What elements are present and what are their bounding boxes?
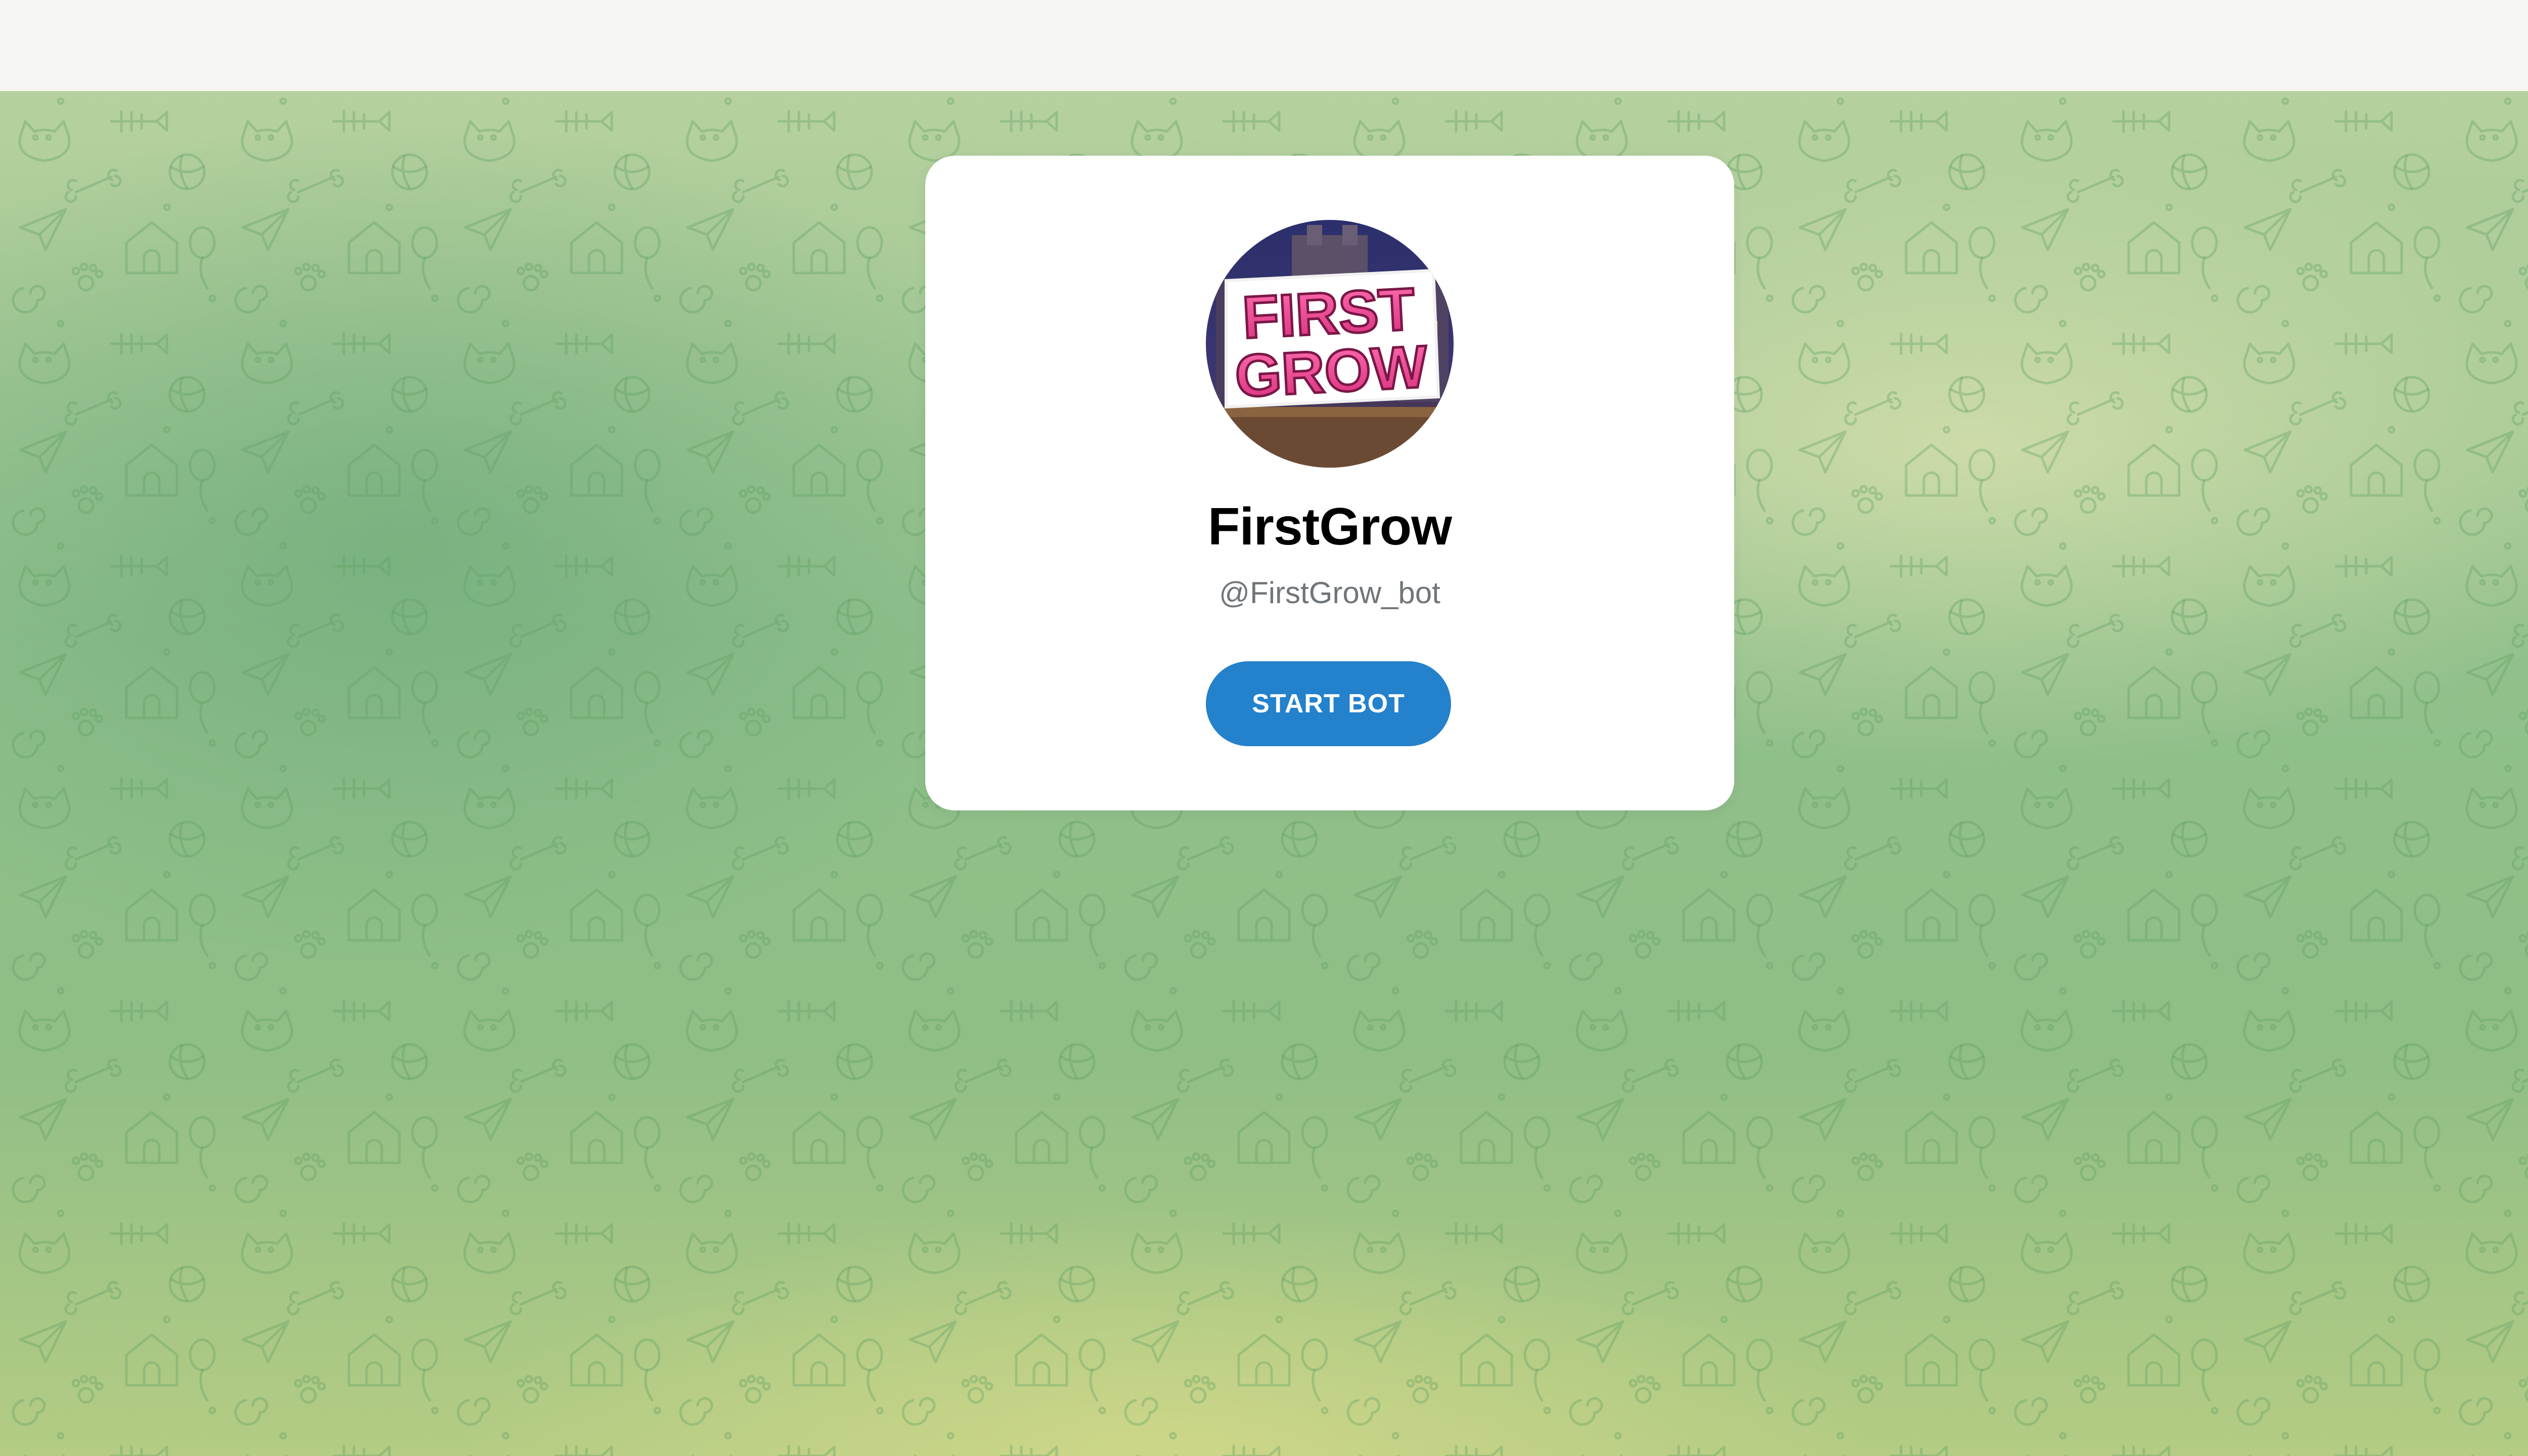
firstgrow-logo-icon: FIRST GROW [1206, 220, 1454, 468]
svg-text:GROW: GROW [1234, 333, 1429, 410]
top-bar [0, 0, 2528, 92]
start-bot-button[interactable]: START BOT [1206, 661, 1451, 746]
bot-card: FIRST GROW FirstGrow @FirstGrow_bot STAR… [925, 156, 1734, 810]
bot-name: FirstGrow [1207, 497, 1452, 556]
bot-avatar: FIRST GROW [1206, 220, 1454, 468]
bot-username: @FirstGrow_bot [1219, 576, 1440, 610]
